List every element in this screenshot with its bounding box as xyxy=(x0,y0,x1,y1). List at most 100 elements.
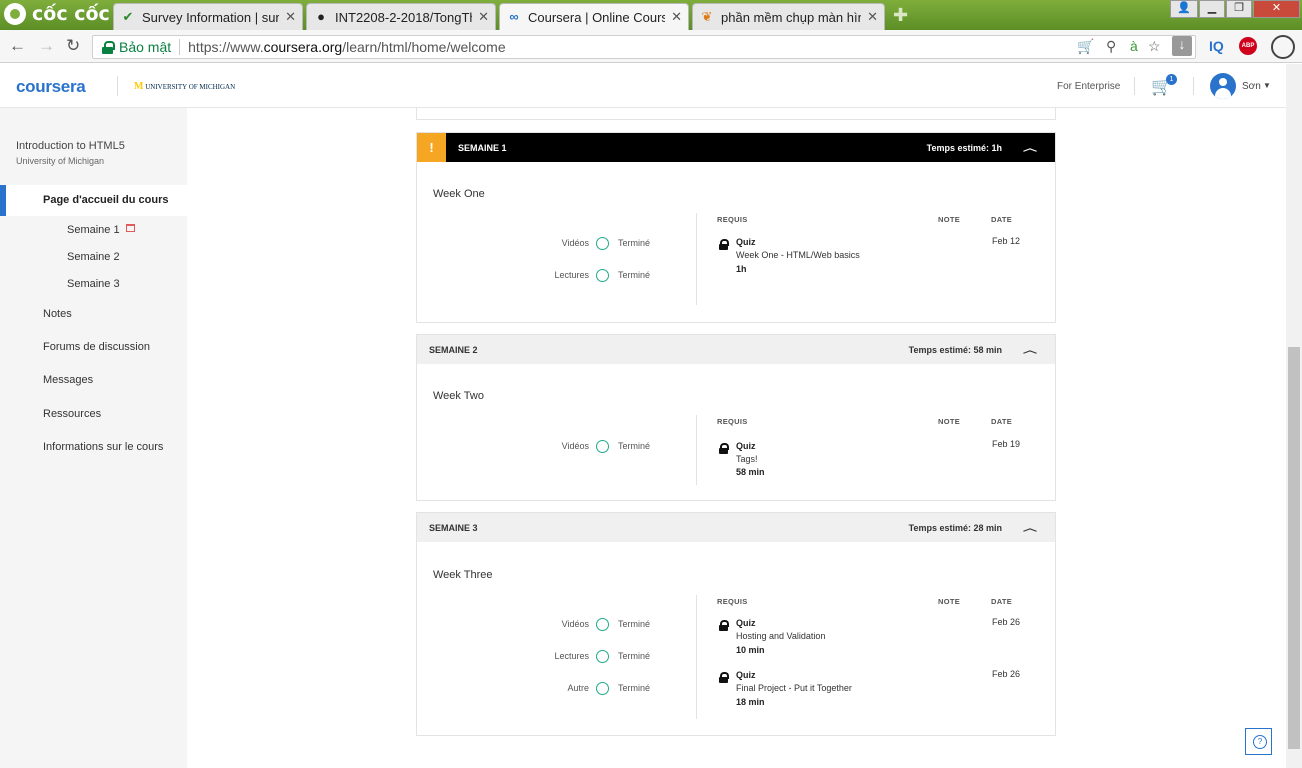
chevron-up-icon[interactable]: ︿ xyxy=(1023,142,1037,154)
adblock-icon[interactable]: ABP xyxy=(1239,37,1257,55)
maximize-icon[interactable]: ❐ xyxy=(1226,0,1252,18)
tab-coursera[interactable]: ∞ Coursera | Online Courses ✕ xyxy=(499,3,689,30)
item-duration: 1h xyxy=(736,264,747,274)
coursera-logo[interactable]: coursera xyxy=(16,77,86,97)
lock-icon xyxy=(719,443,729,454)
sidebar-item-home[interactable]: Page d'accueil du cours xyxy=(0,185,187,216)
sidebar-item-course-info[interactable]: Informations sur le cours xyxy=(43,441,163,453)
week-label: SEMAINE 1 xyxy=(458,143,507,153)
progress-status: Terminé xyxy=(618,619,651,629)
course-title[interactable]: Introduction to HTML5 xyxy=(16,140,125,152)
chevron-up-icon[interactable]: ︿ xyxy=(1023,344,1037,356)
profile-circle-icon[interactable] xyxy=(1271,35,1295,59)
coursera-favicon-icon: ∞ xyxy=(509,9,519,24)
shopping-cart-extension-icon[interactable]: 🛒 xyxy=(1077,38,1094,55)
close-icon[interactable]: ✕ xyxy=(671,9,682,25)
iq-extension-icon[interactable]: IQ xyxy=(1209,38,1224,54)
item-type[interactable]: Quiz xyxy=(736,670,756,680)
user-name[interactable]: Sơn xyxy=(1242,81,1261,92)
item-name[interactable]: Hosting and Validation xyxy=(736,631,825,641)
tab-title: Survey Information | surve xyxy=(142,9,280,25)
sidebar-item-notes[interactable]: Notes xyxy=(43,308,72,320)
lock-icon xyxy=(719,239,729,250)
zoom-icon[interactable]: ⚲ xyxy=(1106,38,1116,55)
divider xyxy=(696,415,697,485)
course-org: University of Michigan xyxy=(16,156,105,166)
tab-title: INT2208-2-2018/TongTha xyxy=(335,9,473,25)
dictionary-icon[interactable]: à xyxy=(1130,38,1138,54)
sidebar-item-forums[interactable]: Forums de discussion xyxy=(43,341,150,353)
progress-status: Terminé xyxy=(618,651,651,661)
tab-github[interactable]: ● INT2208-2-2018/TongTha ✕ xyxy=(306,3,496,30)
tab-search[interactable]: ❦ phần mềm chụp màn hình ✕ xyxy=(692,3,885,30)
tab-title: Coursera | Online Courses xyxy=(528,9,665,25)
progress-status: Terminé xyxy=(618,238,651,248)
new-tab-icon[interactable]: ✚ xyxy=(893,5,908,26)
week-label: SEMAINE 3 xyxy=(429,523,478,533)
user-icon[interactable]: 👤 xyxy=(1170,0,1198,18)
browser-brand[interactable]: cốc cốc xyxy=(0,0,112,28)
sidebar-item-week-2[interactable]: Semaine 2 xyxy=(67,251,120,263)
minimize-icon[interactable]: ▁ xyxy=(1199,0,1225,18)
column-required: REQUIS xyxy=(717,215,748,224)
tab-title: phần mềm chụp màn hình xyxy=(721,9,862,25)
sidebar-item-messages[interactable]: Messages xyxy=(43,374,93,386)
university-logo[interactable]: M UNIVERSITY OF MICHIGAN xyxy=(134,81,235,92)
item-name[interactable]: Tags! xyxy=(736,454,758,464)
window-close-icon[interactable]: ✕ xyxy=(1253,0,1300,18)
item-type[interactable]: Quiz xyxy=(736,618,756,628)
sidebar-item-week-1[interactable]: Semaine 1 xyxy=(67,224,120,236)
browser-tab-bar: cốc cốc ✔ Survey Information | surve ✕ ●… xyxy=(0,0,1302,30)
close-icon[interactable]: ✕ xyxy=(867,9,878,25)
coursera-header: coursera M UNIVERSITY OF MICHIGAN For En… xyxy=(0,64,1286,108)
avatar[interactable] xyxy=(1210,73,1236,99)
for-enterprise-link[interactable]: For Enterprise xyxy=(1057,81,1120,92)
forward-icon[interactable]: → xyxy=(38,36,55,56)
week-header[interactable]: SEMAINE 2 Temps estimé: 58 min ︿ xyxy=(417,335,1055,364)
progress-circle-icon xyxy=(596,237,609,250)
progress-status: Terminé xyxy=(618,441,651,451)
column-note: NOTE xyxy=(938,417,961,426)
chevron-up-icon[interactable]: ︿ xyxy=(1023,522,1037,534)
checkmark-icon: ✔ xyxy=(122,9,134,24)
star-icon[interactable]: ☆ xyxy=(1148,38,1161,55)
reload-icon[interactable]: ↻ xyxy=(66,36,80,56)
github-icon: ● xyxy=(317,9,325,24)
progress-label: Vidéos xyxy=(561,619,589,629)
progress-label: Lectures xyxy=(554,270,589,280)
item-name[interactable]: Week One - HTML/Web basics xyxy=(736,250,860,260)
download-icon[interactable]: ↓ xyxy=(1172,36,1192,56)
item-type[interactable]: Quiz xyxy=(736,237,756,247)
column-required: REQUIS xyxy=(717,597,748,606)
help-icon[interactable] xyxy=(1245,728,1272,755)
week-header[interactable]: ! SEMAINE 1 Temps estimé: 1h ︿ xyxy=(417,133,1055,162)
progress-circle-icon xyxy=(596,269,609,282)
item-name[interactable]: Final Project - Put it Together xyxy=(736,683,852,693)
close-icon[interactable]: ✕ xyxy=(285,9,296,25)
url-text[interactable]: https://www.coursera.org/learn/html/home… xyxy=(188,39,505,55)
column-date: DATE xyxy=(991,215,1013,224)
week-estimated-time: Temps estimé: 58 min xyxy=(908,345,1002,355)
url-field[interactable]: Bảo mật https://www.coursera.org/learn/h… xyxy=(92,35,1196,59)
week-label: SEMAINE 2 xyxy=(429,345,478,355)
warning-icon: ! xyxy=(417,133,446,162)
week-estimated-time: Temps estimé: 1h xyxy=(926,143,1002,153)
close-icon[interactable]: ✕ xyxy=(478,9,489,25)
browser-brand-label: cốc cốc xyxy=(32,3,110,25)
tab-survey[interactable]: ✔ Survey Information | surve ✕ xyxy=(113,3,303,30)
security-label[interactable]: Bảo mật xyxy=(119,39,181,55)
week-name: Week Three xyxy=(433,569,493,581)
week-header[interactable]: SEMAINE 3 Temps estimé: 28 min ︿ xyxy=(417,513,1055,542)
scrollbar-thumb[interactable] xyxy=(1288,347,1300,749)
sidebar-item-week-3[interactable]: Semaine 3 xyxy=(67,278,120,290)
column-date: DATE xyxy=(991,417,1013,426)
sidebar-item-label: Page d'accueil du cours xyxy=(43,194,169,206)
cart-count-badge: 1 xyxy=(1166,74,1177,85)
progress-label: Vidéos xyxy=(561,441,589,451)
item-type[interactable]: Quiz xyxy=(736,441,756,451)
back-icon[interactable]: ← xyxy=(9,36,26,56)
header-divider xyxy=(1193,77,1194,95)
sidebar-item-resources[interactable]: Ressources xyxy=(43,408,101,420)
chevron-down-icon[interactable]: ▼ xyxy=(1263,81,1271,90)
item-date: Feb 26 xyxy=(992,617,1021,627)
